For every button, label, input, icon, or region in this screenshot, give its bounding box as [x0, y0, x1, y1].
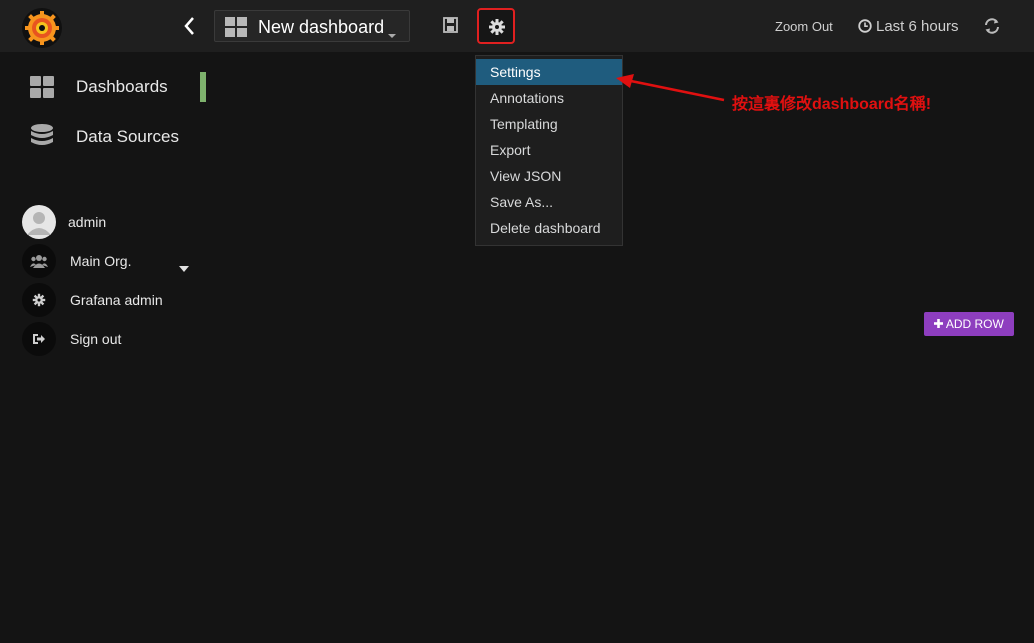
sidebar-item-dashboards[interactable]: Dashboards [0, 62, 206, 112]
menu-item-save-as[interactable]: Save As... [476, 189, 622, 215]
org-switcher[interactable]: Main Org. [22, 244, 202, 280]
menu-item-export[interactable]: Export [476, 137, 622, 163]
zoom-out-button[interactable]: Zoom Out [775, 19, 833, 34]
sidebar-item-label: Dashboards [76, 77, 168, 96]
chevron-left-icon[interactable] [178, 14, 202, 38]
clock-icon [858, 19, 872, 33]
menu-item-templating[interactable]: Templating [476, 111, 622, 137]
grafana-admin-label: Grafana admin [70, 292, 163, 308]
user-profile-item[interactable]: admin [22, 205, 202, 241]
sidebar-item-label: Data Sources [76, 127, 179, 146]
gear-icon [489, 19, 505, 35]
dashboard-title: New dashboard [258, 17, 385, 37]
add-row-button[interactable]: ADD ROW [924, 312, 1014, 336]
time-range-picker[interactable]: Last 6 hours [858, 18, 959, 35]
plus-icon [934, 319, 944, 328]
grid-icon [225, 17, 247, 37]
caret-down-icon [179, 259, 189, 277]
annotation-text: 按這裏修改dashboard名稱! [732, 96, 932, 113]
refresh-icon[interactable] [983, 17, 1001, 35]
grid-icon [30, 76, 54, 103]
org-name: Main Org. [70, 253, 132, 269]
sign-out-item[interactable]: Sign out [22, 322, 202, 358]
add-row-label: ADD ROW [945, 317, 1004, 331]
avatar [22, 205, 56, 239]
menu-item-view-json[interactable]: View JSON [476, 163, 622, 189]
save-icon[interactable] [442, 16, 460, 34]
sidebar-item-data-sources[interactable]: Data Sources [0, 112, 206, 162]
time-range-label: Last 6 hours [876, 18, 959, 35]
grafana-admin-item[interactable]: Grafana admin [22, 283, 202, 319]
dashboard-settings-menu: Settings Annotations Templating Export V… [475, 55, 623, 246]
menu-item-delete-dashboard[interactable]: Delete dashboard [476, 215, 622, 241]
active-indicator [200, 72, 206, 102]
menu-item-annotations[interactable]: Annotations [476, 85, 622, 111]
dashboard-picker[interactable]: New dashboard [214, 10, 410, 42]
caret-down-icon [387, 27, 397, 38]
sign-out-label: Sign out [70, 331, 122, 347]
users-icon [22, 244, 56, 278]
database-icon [30, 124, 54, 155]
side-menu: Dashboards Data Sources admin Main Org. … [0, 52, 206, 643]
menu-item-settings[interactable]: Settings [476, 59, 622, 85]
annotation-arrow [616, 74, 725, 102]
gear-icon [22, 283, 56, 317]
dashboard-settings-button[interactable] [477, 8, 515, 44]
grafana-logo-icon[interactable] [22, 8, 62, 48]
sign-out-icon [22, 322, 56, 356]
user-name: admin [68, 214, 107, 230]
top-navbar: New dashboard Zoom Out Last 6 hours [0, 0, 1034, 52]
